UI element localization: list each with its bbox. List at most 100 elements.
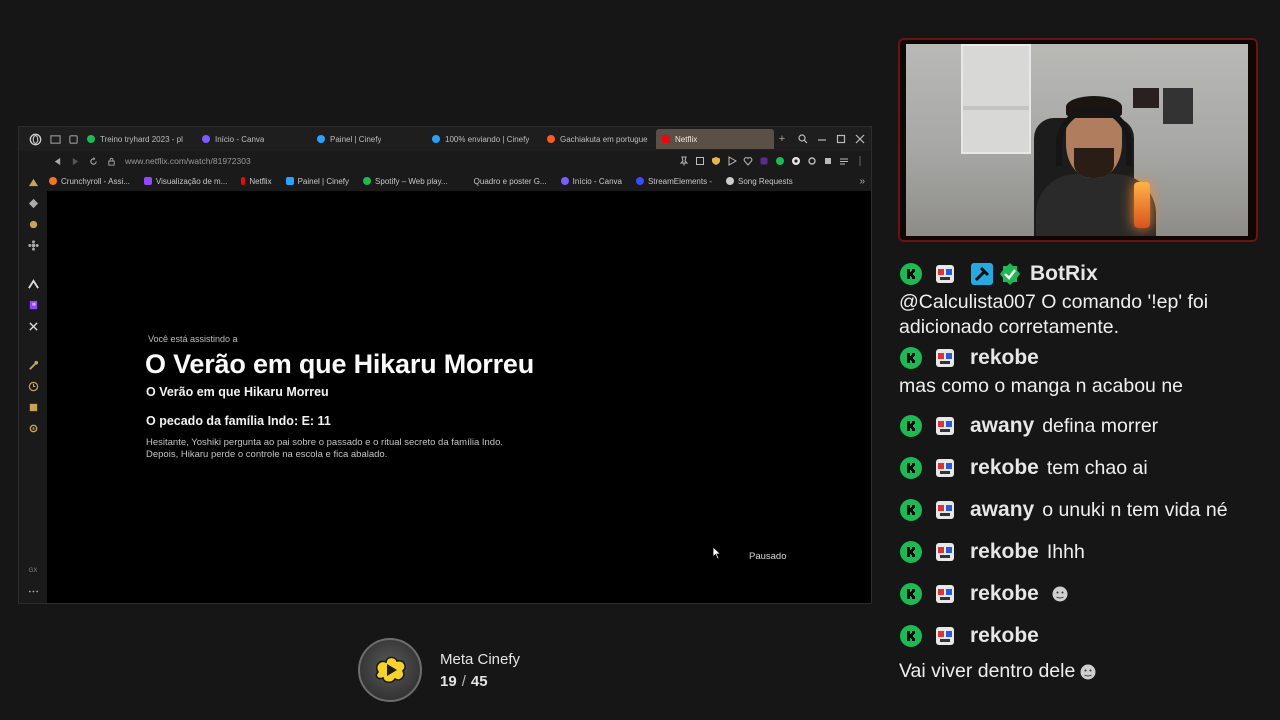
bookmark-label: Netflix	[249, 176, 272, 186]
chat-message: rekobe	[899, 615, 1277, 657]
lock-icon	[103, 153, 119, 169]
twitch-icon[interactable]	[27, 300, 39, 311]
bookmark-label: Crunchyroll - Assi...	[61, 176, 130, 186]
bookmark-label: Painel | Cinefy	[297, 176, 350, 186]
meta-title: Meta Cinefy	[440, 651, 521, 668]
playlist-icon[interactable]	[839, 156, 849, 166]
bookmark-label: Song Requests	[738, 176, 793, 186]
tab-label: Netflix	[675, 134, 698, 144]
tab-bar: Treino tryhard 2023 - pl Início - Canva …	[19, 127, 871, 151]
arrow-up-icon[interactable]	[27, 279, 39, 290]
chat-username[interactable]: rekobe	[970, 346, 1039, 370]
chat-username[interactable]: awany	[970, 498, 1034, 522]
chevron-right-icon[interactable]: »	[859, 176, 865, 187]
chat-message: rekobe	[899, 342, 1277, 374]
chat-message-text: Vai viver dentro dele	[899, 659, 1277, 684]
settings-icon[interactable]	[27, 423, 39, 434]
bookmark-twitch[interactable]: Visualização de m...	[143, 177, 227, 186]
address-bar-actions	[679, 156, 871, 166]
tab-pin-icon[interactable]	[65, 131, 81, 147]
play-icon[interactable]	[727, 156, 737, 166]
chat-username[interactable]: rekobe	[970, 540, 1039, 564]
gx-label: GX	[28, 568, 38, 574]
chat-username[interactable]: BotRix	[1030, 262, 1098, 286]
cheers-icon[interactable]	[27, 219, 39, 230]
back-icon[interactable]	[49, 153, 65, 169]
search-icon[interactable]	[798, 134, 808, 144]
kick-badge-icon	[900, 263, 922, 285]
bookmark-cinefy[interactable]: Painel | Cinefy	[285, 176, 350, 186]
chat-username[interactable]: rekobe	[970, 582, 1039, 606]
tab-canva[interactable]: Início - Canva	[196, 129, 311, 149]
lamp	[1134, 182, 1150, 228]
tab-cinefy-enviando[interactable]: 100% enviando | Cinefy	[426, 129, 541, 149]
shield-icon[interactable]	[711, 156, 721, 166]
chat-username[interactable]: awany	[970, 414, 1034, 438]
bookmark-label: Spotify – Web play...	[375, 176, 448, 186]
poster-icon	[461, 177, 470, 185]
puzzle-icon[interactable]	[823, 156, 833, 166]
cinefy-icon	[432, 135, 440, 143]
bookmark-streamelements[interactable]: StreamElements -	[635, 176, 712, 186]
pin-icon[interactable]	[679, 156, 689, 166]
diamond-icon[interactable]	[27, 198, 39, 209]
twitch-icon	[143, 177, 152, 185]
url-field[interactable]: www.netflix.com/watch/81972303	[125, 156, 251, 166]
bookmark-spotify[interactable]: Spotify – Web play...	[363, 177, 448, 186]
meta-current: 19	[440, 673, 457, 690]
bookmarks-bar: Crunchyroll - Assi... Visualização de m.…	[19, 171, 871, 191]
more-icon[interactable]	[27, 586, 39, 597]
window-controls	[798, 134, 871, 144]
heart-icon[interactable]	[743, 156, 753, 166]
bookmark-quadro-poster[interactable]: Quadro e poster G...	[461, 177, 547, 186]
close-icon[interactable]	[855, 134, 865, 144]
bookmark-crunchyroll[interactable]: Crunchyroll - Assi...	[49, 177, 130, 186]
minimize-icon[interactable]	[817, 134, 827, 144]
flower-icon[interactable]	[27, 240, 39, 251]
video-player[interactable]: Você está assistindo a O Verão em que Hi…	[47, 191, 871, 603]
tab-treino[interactable]: Treino tryhard 2023 - pl	[81, 129, 196, 149]
tab-label: Painel | Cinefy	[330, 134, 382, 144]
tab-netflix[interactable]: Netflix	[656, 129, 774, 149]
cube-icon[interactable]	[27, 402, 39, 413]
show-title: O Verão em que Hikaru Morreu	[145, 349, 535, 379]
maximize-icon[interactable]	[836, 134, 846, 144]
face-emote-icon	[1080, 664, 1096, 680]
bookmark-canva[interactable]: Início - Canva	[560, 177, 622, 186]
x-twitter-icon[interactable]	[27, 321, 39, 332]
canva-icon	[202, 135, 210, 143]
reload-icon[interactable]	[85, 153, 101, 169]
cinefy-icon	[317, 135, 325, 143]
clock-icon[interactable]	[27, 381, 39, 392]
meta-badge	[358, 638, 422, 702]
snapshot-icon[interactable]	[695, 156, 705, 166]
face-emote-icon	[1052, 586, 1068, 602]
episode-title: O pecado da família Indo: E: 11	[146, 414, 331, 428]
show-subtitle: O Verão em que Hikaru Morreu	[146, 385, 329, 399]
cinefy-logo-icon	[375, 656, 406, 684]
chat-username[interactable]: rekobe	[970, 456, 1039, 480]
bookmark-netflix[interactable]: Netflix	[241, 176, 272, 186]
emote-badge-icon	[934, 625, 956, 647]
emote-badge-icon	[934, 583, 956, 605]
sidebar: GX	[19, 171, 47, 603]
tab-gachiakuta[interactable]: Gachiakuta em portugue	[541, 129, 656, 149]
emote-badge-icon	[934, 541, 956, 563]
opera-gx-icon[interactable]	[25, 129, 45, 149]
emote-badge-icon	[934, 499, 956, 521]
tab-cinefy-painel[interactable]: Painel | Cinefy	[311, 129, 426, 149]
forward-icon[interactable]	[67, 153, 83, 169]
extension-icon[interactable]	[759, 156, 769, 166]
tab-overview-icon[interactable]	[47, 131, 63, 147]
chat-username[interactable]: rekobe	[970, 624, 1039, 648]
bookmark-song-requests[interactable]: Song Requests	[726, 177, 793, 186]
wrench-icon[interactable]	[27, 360, 39, 371]
chat-message-text: Ihhh	[1046, 540, 1085, 563]
gx-corner-icon[interactable]	[27, 177, 39, 188]
kick-extension-icon[interactable]	[775, 156, 785, 166]
new-tab-button[interactable]: +	[774, 133, 790, 145]
tab-label: Gachiakuta em portugue	[560, 134, 648, 144]
bookmark-label: StreamElements -	[647, 176, 712, 186]
record-icon[interactable]	[791, 156, 801, 166]
gear-icon[interactable]	[807, 156, 817, 166]
